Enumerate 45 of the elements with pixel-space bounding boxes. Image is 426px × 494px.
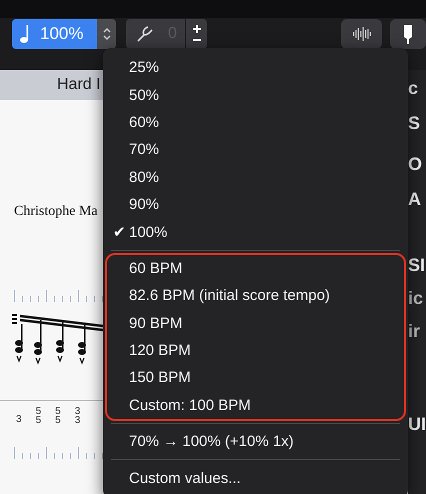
- menu-item[interactable]: 60 BPM: [107, 254, 404, 282]
- menu-item[interactable]: 25%: [107, 54, 404, 82]
- menu-item[interactable]: 150 BPM: [107, 364, 404, 392]
- menu-item[interactable]: 120 BPM: [107, 336, 404, 364]
- guitar-headstock-button[interactable]: [390, 19, 426, 49]
- tab-number: 5: [36, 416, 42, 425]
- tab-number: 3: [74, 407, 80, 416]
- menu-item[interactable]: 80%: [107, 164, 404, 191]
- tempo-control[interactable]: 100%: [12, 19, 98, 49]
- menu-item[interactable]: 82.6 BPM (initial score tempo): [107, 282, 404, 310]
- guitar-headstock-icon: [402, 23, 414, 45]
- check-mark: ✔: [113, 223, 127, 242]
- up-down-chevron-icon: [102, 26, 112, 42]
- panel-text: O: [408, 154, 424, 175]
- panel-text: c: [408, 78, 420, 99]
- menu-item[interactable]: 70%: [107, 136, 404, 164]
- waveform-icon: [352, 27, 372, 41]
- panel-text: SI: [408, 255, 426, 276]
- menu-item[interactable]: 50%: [107, 81, 404, 109]
- quarter-note-icon: [20, 24, 30, 44]
- menu-item[interactable]: 90 BPM: [107, 310, 404, 337]
- plus-minus-icon: [190, 24, 203, 44]
- tab-number: 3: [16, 415, 22, 424]
- tuning-fork-icon: [136, 25, 154, 43]
- menu-item[interactable]: 60%: [107, 108, 404, 136]
- tab-number: 5: [55, 407, 61, 416]
- tab-number: 5: [36, 407, 42, 416]
- panel-text: UI: [408, 414, 426, 435]
- tempo-value: 100%: [40, 24, 84, 44]
- plus-minus-button[interactable]: [186, 19, 207, 49]
- menu-item[interactable]: ✔ 100%: [107, 218, 404, 246]
- waveform-button[interactable]: [340, 19, 382, 49]
- menu-item[interactable]: 70% → 100% (+10% 1x): [107, 428, 404, 456]
- panel-text: ic: [408, 288, 424, 309]
- menu-item[interactable]: Custom: 100 BPM: [107, 392, 404, 420]
- panel-text: ir: [408, 321, 422, 342]
- stepper-button[interactable]: [97, 19, 116, 49]
- tab-number: 3: [74, 416, 80, 425]
- panel-text: S: [408, 113, 422, 134]
- panel-text: A: [408, 189, 422, 210]
- composer-name: Christophe Ma: [14, 204, 98, 220]
- track-tab[interactable]: Hard I: [0, 70, 103, 100]
- menu-item[interactable]: Custom values...: [107, 464, 404, 492]
- tab-number: 5: [55, 416, 61, 425]
- menu-item[interactable]: 90%: [107, 190, 404, 218]
